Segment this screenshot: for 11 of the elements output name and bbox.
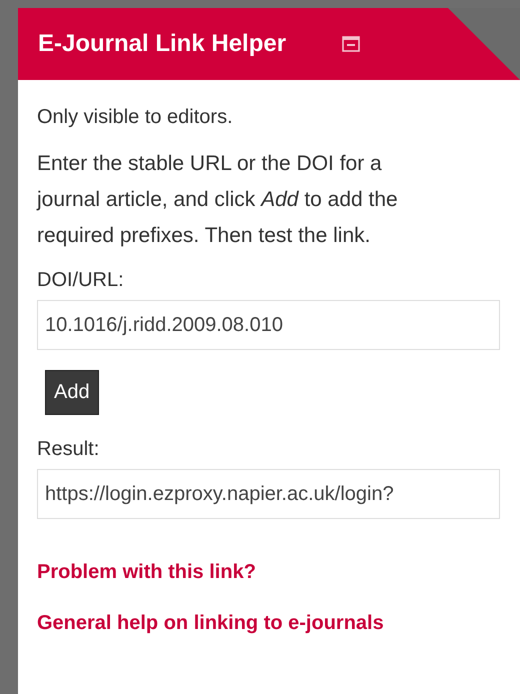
doi-input-field[interactable]: 10.1016/j.ridd.2009.08.010 xyxy=(37,300,500,350)
result-input-field[interactable]: https://login.ezproxy.napier.ac.uk/login? xyxy=(37,469,500,519)
field-label: Result: xyxy=(37,437,100,462)
collapse-icon[interactable] xyxy=(342,36,360,52)
panel-title: E-Journal Link Helper xyxy=(38,30,286,58)
help-link[interactable]: Problem with this link? xyxy=(37,561,256,584)
editor-notice: Only visible to editors. xyxy=(37,105,234,130)
add-button[interactable]: Add xyxy=(45,370,99,415)
help-link[interactable]: General help on linking to e-journals xyxy=(37,612,384,635)
instructions-text: Enter the stable URL or the DOI for a journal article, and click Add to add the required prefixes. Then test the link. xyxy=(37,151,399,249)
field-label: DOI/URL: xyxy=(37,268,125,293)
